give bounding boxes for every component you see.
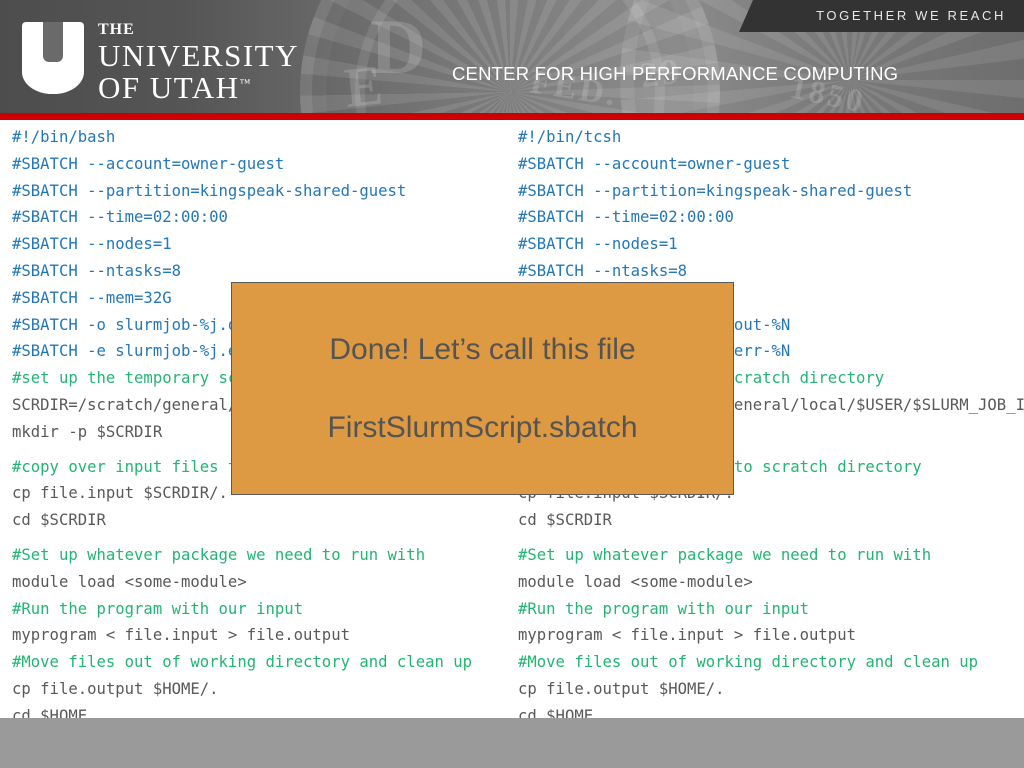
code-line: #SBATCH --nodes=1 (518, 231, 1024, 258)
center-title: CENTER FOR HIGH PERFORMANCE COMPUTING (452, 63, 898, 85)
tagline-text: TOGETHER WE REACH (816, 8, 1006, 23)
code-line: #!/bin/tcsh (518, 124, 1024, 151)
callout-line-1: Done! Let’s call this file (329, 331, 635, 369)
seal-letter-e-text: E (342, 53, 389, 113)
callout-box: Done! Let’s call this file FirstSlurmScr… (231, 282, 734, 495)
code-line: #SBATCH --partition=kingspeak-shared-gue… (12, 178, 472, 205)
code-line: #SBATCH --time=02:00:00 (12, 204, 472, 231)
code-line: cp file.output $HOME/. (12, 676, 472, 703)
code-line: myprogram < file.input > file.output (12, 622, 472, 649)
slide-header: D E FED. 29 1850 THE UNIVERSITY OF UTAH™… (0, 0, 1024, 113)
wordmark-of-utah-text: OF UTAH (98, 70, 240, 105)
code-line: #Set up whatever package we need to run … (518, 542, 1024, 569)
code-line: #SBATCH --partition=kingspeak-shared-gue… (518, 178, 1024, 205)
u-logo-notch (43, 22, 63, 62)
code-line: #SBATCH --account=owner-guest (12, 151, 472, 178)
wordmark-of-utah: OF UTAH™ (98, 72, 299, 103)
code-line: module load <some-module> (12, 569, 472, 596)
callout-line-2: FirstSlurmScript.sbatch (327, 409, 637, 447)
code-line: #SBATCH --ntasks=8 (518, 258, 1024, 285)
code-line: #SBATCH --time=02:00:00 (518, 204, 1024, 231)
code-line: #SBATCH --account=owner-guest (518, 151, 1024, 178)
code-line: cd $SCRDIR (12, 507, 472, 534)
code-line: myprogram < file.input > file.output (518, 622, 1024, 649)
code-line: cd $SCRDIR (518, 507, 1024, 534)
slide-root: D E FED. 29 1850 THE UNIVERSITY OF UTAH™… (0, 0, 1024, 768)
wordmark-the: THE (98, 22, 299, 38)
code-line: #SBATCH --ntasks=8 (12, 258, 472, 285)
university-wordmark: THE UNIVERSITY OF UTAH™ (98, 22, 299, 103)
slide-footer-bar (0, 718, 1024, 768)
code-line: #!/bin/bash (12, 124, 472, 151)
code-blank-line (12, 534, 472, 542)
university-u-logo-icon (22, 22, 84, 94)
code-line: #Run the program with our input (12, 596, 472, 623)
code-line: #SBATCH --nodes=1 (12, 231, 472, 258)
trademark-symbol: ™ (240, 78, 251, 90)
code-line: #Set up whatever package we need to run … (12, 542, 472, 569)
code-line: module load <some-module> (518, 569, 1024, 596)
code-line: #Move files out of working directory and… (12, 649, 472, 676)
wordmark-university: UNIVERSITY (98, 40, 299, 71)
code-line: #Move files out of working directory and… (518, 649, 1024, 676)
code-blank-line (518, 534, 1024, 542)
code-line: #Run the program with our input (518, 596, 1024, 623)
header-red-divider (0, 113, 1024, 120)
code-line: cp file.output $HOME/. (518, 676, 1024, 703)
